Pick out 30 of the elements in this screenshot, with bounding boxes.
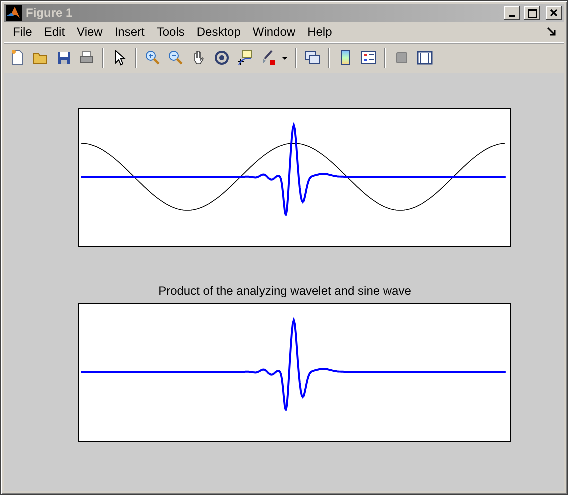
menu-item[interactable]: Window — [246, 24, 302, 40]
zoom-in-icon — [144, 50, 160, 66]
logo-icon — [6, 5, 22, 21]
minimize-icon — [509, 14, 515, 16]
window-panes-icon — [416, 50, 432, 66]
menu-item[interactable]: File — [7, 24, 38, 40]
maximize-button[interactable] — [524, 6, 540, 20]
dock-arrow-icon[interactable] — [547, 27, 557, 37]
window-title: Figure 1 — [26, 6, 74, 20]
printer-icon — [78, 50, 94, 66]
dropdown-caret-icon — [282, 56, 288, 60]
zoom-out-icon — [168, 50, 184, 66]
rotate-icon — [214, 50, 230, 66]
menu-item[interactable]: Edit — [38, 24, 72, 40]
new-file-icon — [10, 50, 26, 66]
menu-item[interactable]: Help — [302, 24, 338, 40]
menu-item[interactable]: View — [71, 24, 109, 40]
close-button[interactable] — [546, 6, 562, 20]
linked-windows-icon — [304, 50, 320, 66]
menu-item[interactable]: Tools — [150, 24, 191, 40]
maximize-icon — [528, 8, 536, 18]
data-cursor-icon — [236, 50, 252, 66]
legend-icon — [360, 50, 376, 66]
minimize-button[interactable] — [504, 6, 520, 20]
square-icon — [394, 50, 410, 66]
menu-item[interactable]: Desktop — [190, 24, 247, 40]
save-icon — [56, 50, 72, 66]
axes-title: Product of the analyzing wavelet and sine wave — [158, 284, 412, 298]
close-icon — [550, 9, 558, 17]
menu-item[interactable]: Insert — [108, 24, 151, 40]
